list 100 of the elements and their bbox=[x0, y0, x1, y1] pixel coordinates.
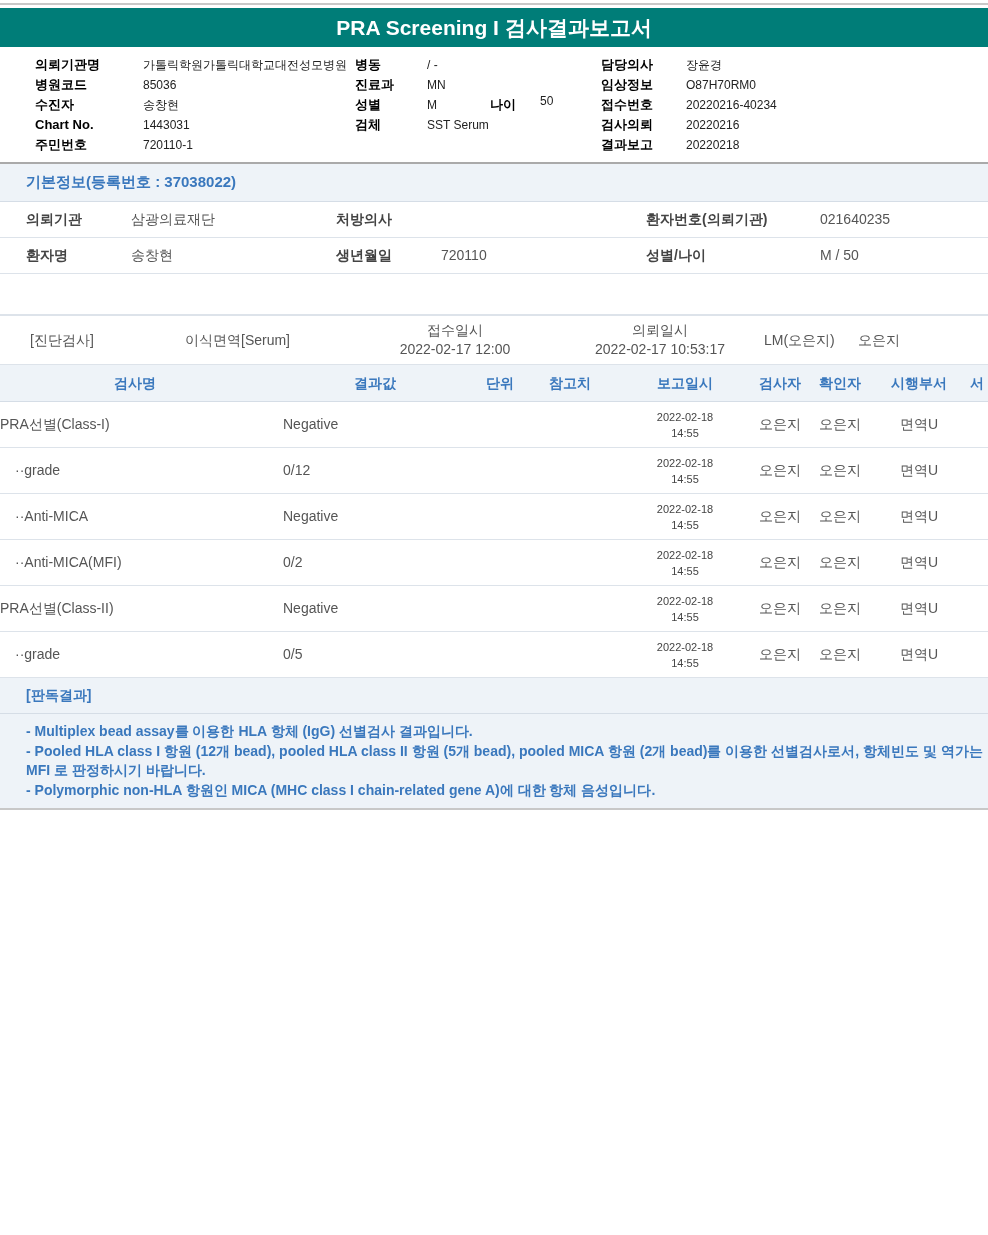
date-value: 2022-02-17 12:00 bbox=[399, 340, 511, 359]
info-label: 환자번호(의뢰기관) bbox=[646, 211, 768, 227]
column-header: 검사자 bbox=[759, 374, 801, 391]
field-label: 결과보고 bbox=[601, 136, 653, 152]
report-time: 14:55 bbox=[671, 517, 699, 533]
test-name: PRA선별(Class-II) bbox=[0, 600, 114, 616]
report-time: 14:55 bbox=[671, 655, 699, 671]
lab-name: LM(오은지) bbox=[764, 331, 835, 348]
field-value: / - bbox=[427, 57, 438, 72]
confirmer-name: 오은지 bbox=[819, 416, 861, 432]
interpretation-line: - Polymorphic non-HLA 항원인 MICA (MHC class I chain-related gene A)에 대한 항체 음성입니다. bbox=[26, 780, 657, 800]
department-name: 면역U bbox=[899, 554, 939, 570]
column-header: 참고치 bbox=[549, 374, 591, 391]
tester-name: 오은지 bbox=[759, 646, 801, 662]
report-time: 14:55 bbox=[671, 609, 699, 625]
test-name: ··Anti-MICA bbox=[15, 508, 89, 524]
field-label: 주민번호 bbox=[35, 136, 87, 152]
column-header: 단위 bbox=[486, 374, 514, 391]
test-name: ··grade bbox=[15, 646, 61, 662]
field-value: 50 bbox=[540, 92, 554, 110]
confirmer-name: 오은지 bbox=[819, 554, 861, 570]
field-label: 나이 bbox=[490, 96, 516, 112]
confirmer-name: 오은지 bbox=[819, 508, 861, 524]
field-label: 수진자 bbox=[35, 96, 74, 112]
test-name: ··Anti-MICA(MFI) bbox=[15, 554, 122, 570]
interpretation-title: [판독결과] bbox=[26, 686, 92, 705]
tester-name: 오은지 bbox=[759, 416, 801, 432]
result-value: 0/5 bbox=[283, 646, 303, 662]
info-label: 생년월일 bbox=[336, 247, 392, 263]
report-time: 14:55 bbox=[671, 471, 699, 487]
field-label: 접수번호 bbox=[601, 96, 653, 112]
result-value: Negative bbox=[283, 508, 339, 524]
column-header: 시행부서 bbox=[891, 374, 947, 391]
department-name: 면역U bbox=[899, 416, 939, 432]
order-category: [진단검사] bbox=[30, 331, 94, 348]
department-name: 면역U bbox=[899, 508, 939, 524]
report-date: 2022-02-18 bbox=[656, 639, 714, 655]
interpretation-line: - Pooled HLA class I 항원 (12개 bead), pooled HLA class II 항원 (5개 bead), pooled MICA 항원 (2개 bead)를 이용한 선별검사로서, 항체빈도 및 역가는 MFI 로 판정하시기 바랍니다. bbox=[26, 741, 984, 780]
field-value: MN bbox=[427, 77, 446, 92]
report-date: 2022-02-18 bbox=[656, 409, 714, 425]
department-name: 면역U bbox=[899, 600, 939, 616]
info-label: 환자명 bbox=[26, 247, 68, 263]
field-value: 가톨릭학원가톨릭대학교대전성모병원 bbox=[143, 57, 347, 72]
person-name: 오은지 bbox=[858, 331, 900, 348]
info-label: 처방의사 bbox=[336, 211, 392, 227]
section-title: 기본정보(등록번호 : 37038022) bbox=[26, 172, 237, 193]
field-label: 담당의사 bbox=[601, 56, 653, 72]
tester-name: 오은지 bbox=[759, 508, 801, 524]
test-name: ··grade bbox=[15, 462, 61, 478]
report-date: 2022-02-18 bbox=[656, 455, 714, 471]
field-label: 의뢰기관명 bbox=[35, 56, 100, 72]
specimen-name: 이식면역[Serum] bbox=[185, 331, 290, 348]
field-value: O87H70RM0 bbox=[686, 77, 757, 92]
field-value: SST Serum bbox=[427, 117, 489, 132]
report-date: 2022-02-18 bbox=[656, 593, 714, 609]
date-value: 2022-02-17 10:53:17 bbox=[595, 340, 725, 359]
field-label: 검사의뢰 bbox=[601, 116, 653, 132]
field-label: 병동 bbox=[355, 56, 381, 72]
report-date: 2022-02-18 bbox=[656, 501, 714, 517]
result-value: 0/12 bbox=[283, 462, 311, 478]
field-value: 20220216-40234 bbox=[686, 97, 777, 112]
department-name: 면역U bbox=[899, 646, 939, 662]
field-value: 1443031 bbox=[143, 117, 190, 132]
result-value: Negative bbox=[283, 600, 339, 616]
interpretation-line: - Multiplex bead assay를 이용한 HLA 항체 (IgG) 선별검사 결과입니다. bbox=[26, 722, 474, 741]
field-label: Chart No. bbox=[35, 116, 94, 132]
result-value: 0/2 bbox=[283, 554, 303, 570]
info-label: 성별/나이 bbox=[646, 247, 706, 263]
field-value: 85036 bbox=[143, 77, 177, 92]
tester-name: 오은지 bbox=[759, 462, 801, 478]
field-label: 병원코드 bbox=[35, 76, 87, 92]
confirmer-name: 오은지 bbox=[819, 600, 861, 616]
report-time: 14:55 bbox=[671, 563, 699, 579]
date-label: 의뢰일시 bbox=[632, 321, 688, 340]
report-time: 14:55 bbox=[671, 425, 699, 441]
report-title: PRA Screening I 검사결과보고서 bbox=[336, 14, 652, 41]
field-value: 720110-1 bbox=[143, 137, 193, 152]
tester-name: 오은지 bbox=[759, 554, 801, 570]
department-name: 면역U bbox=[899, 462, 939, 478]
tester-name: 오은지 bbox=[759, 600, 801, 616]
report-date: 2022-02-18 bbox=[656, 547, 714, 563]
result-value: Negative bbox=[283, 416, 339, 432]
info-value: 삼광의료재단 bbox=[131, 211, 215, 227]
field-value: 송창현 bbox=[143, 97, 179, 112]
column-header: 서 bbox=[970, 374, 984, 391]
info-value: M / 50 bbox=[820, 247, 859, 263]
column-header: 검사명 bbox=[114, 374, 156, 391]
info-value: 720110 bbox=[441, 247, 487, 263]
field-value: 20220218 bbox=[686, 137, 740, 152]
field-label: 검체 bbox=[355, 116, 381, 132]
field-label: 임상정보 bbox=[601, 76, 653, 92]
confirmer-name: 오은지 bbox=[819, 646, 861, 662]
field-value: 장윤경 bbox=[686, 57, 722, 72]
column-header: 보고일시 bbox=[657, 374, 713, 391]
date-label: 접수일시 bbox=[427, 321, 483, 340]
field-label: 진료과 bbox=[355, 76, 394, 92]
column-header: 결과값 bbox=[354, 374, 396, 391]
info-value: 021640235 bbox=[820, 211, 891, 227]
field-value: 20220216 bbox=[686, 117, 740, 132]
confirmer-name: 오은지 bbox=[819, 462, 861, 478]
